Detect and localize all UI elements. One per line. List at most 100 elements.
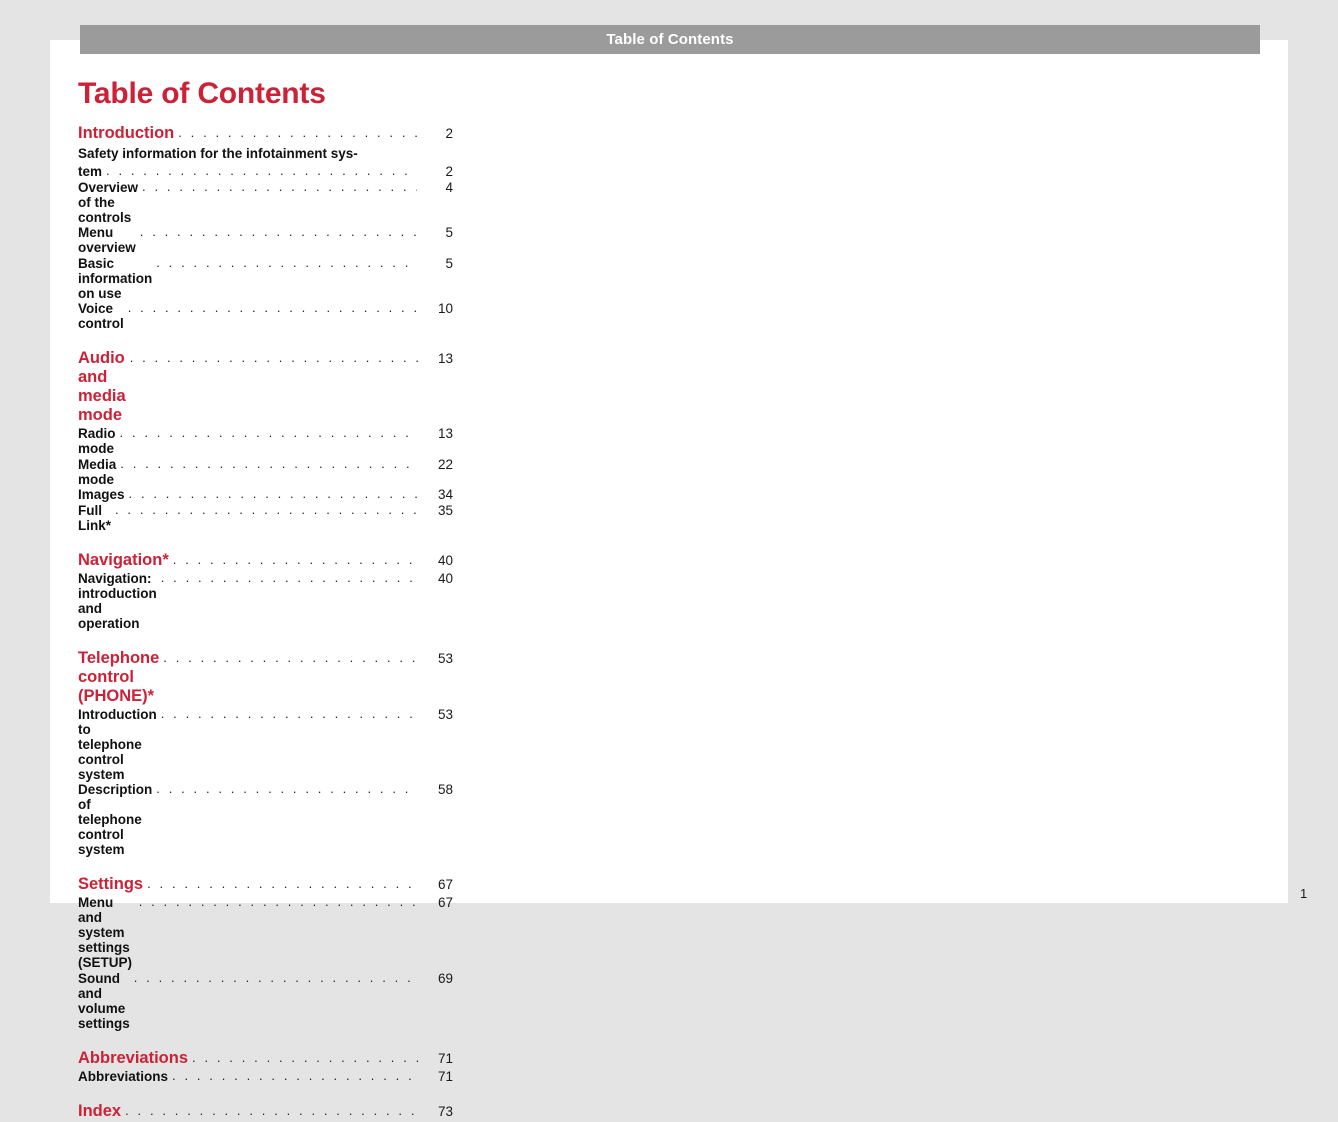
dot-leader: . . . . . . . . . . . . . . . . . . . . … <box>147 877 420 891</box>
toc-entry-row[interactable]: Radio mode. . . . . . . . . . . . . . . … <box>78 426 453 456</box>
toc-entry-row[interactable]: Safety information for the infotainment … <box>78 144 468 180</box>
dot-leader: . . . . . . . . . . . . . . . . . . . . … <box>156 255 417 269</box>
dot-leader: . . . . . . . . . . . . . . . . . . . . … <box>119 426 417 440</box>
toc-entry-row[interactable]: Images. . . . . . . . . . . . . . . . . … <box>78 487 453 502</box>
toc-section-row[interactable]: Abbreviations. . . . . . . . . . . . . .… <box>78 1049 453 1068</box>
toc-entry-row[interactable]: Description of telephone control system.… <box>78 782 453 857</box>
toc-entry-page: 2 <box>445 164 453 180</box>
dot-leader: . . . . . . . . . . . . . . . . . . . . … <box>129 351 420 365</box>
toc-section-row[interactable]: Audio and media mode. . . . . . . . . . … <box>78 349 453 425</box>
toc-section-page: 40 <box>437 552 453 568</box>
toc-entry-label: Basic information on use <box>78 255 157 301</box>
toc-entry-page: 67 <box>437 895 453 911</box>
toc-entry-page: 35 <box>437 502 453 518</box>
toc-entry-label: Menu and system settings (SETUP) <box>78 895 134 971</box>
toc-section-page: 71 <box>437 1050 453 1066</box>
dot-leader: . . . . . . . . . . . . . . . . . . . . … <box>160 570 417 584</box>
toc-entry-label: Description of telephone control system <box>78 782 157 858</box>
toc-section-row[interactable]: Telephone control (PHONE)*. . . . . . . … <box>78 649 453 706</box>
dot-leader: . . . . . . . . . . . . . . . . . . . . … <box>172 552 420 566</box>
toc-entry-label: Navigation: introduction and operation <box>78 570 161 631</box>
dot-leader: . . . . . . . . . . . . . . . . . . . . … <box>172 1068 417 1082</box>
toc-section-row[interactable]: Settings. . . . . . . . . . . . . . . . … <box>78 875 453 894</box>
toc-entry-row[interactable]: Full Link*. . . . . . . . . . . . . . . … <box>78 503 453 533</box>
dot-leader: . . . . . . . . . . . . . . . . . . . . … <box>160 706 417 720</box>
toc-section: Abbreviations. . . . . . . . . . . . . .… <box>78 1049 468 1084</box>
toc-section-page: 13 <box>437 351 453 367</box>
dot-leader: . . . . . . . . . . . . . . . . . . . . … <box>133 970 417 984</box>
toc-section-page: 67 <box>437 877 453 893</box>
dot-leader: . . . . . . . . . . . . . . . . . . . . … <box>142 179 417 193</box>
toc-section-label: Telephone control (PHONE)* <box>78 648 164 705</box>
dot-leader: . . . . . . . . . . . . . . . . . . . . … <box>139 225 417 239</box>
toc-entry-page: 4 <box>445 179 453 195</box>
toc-entry-row[interactable]: Overview of the controls. . . . . . . . … <box>78 180 453 225</box>
toc-entry-row[interactable]: Introduction to telephone control system… <box>78 707 453 782</box>
toc-entry-label: Introduction to telephone control system <box>78 706 161 782</box>
dot-leader: . . . . . . . . . . . . . . . . . . . . … <box>115 502 417 516</box>
toc-section-row[interactable]: Introduction. . . . . . . . . . . . . . … <box>78 124 453 143</box>
running-header-title: Table of Contents <box>606 31 734 48</box>
toc-section-row[interactable]: Index. . . . . . . . . . . . . . . . . .… <box>78 1102 453 1121</box>
toc-section: Telephone control (PHONE)*. . . . . . . … <box>78 649 468 858</box>
toc-entry-row[interactable]: Menu and system settings (SETUP) . . . . … <box>78 895 453 970</box>
toc-section-label: Index <box>78 1101 122 1120</box>
toc-entry-row[interactable]: Navigation: introduction and operation. … <box>78 571 453 631</box>
toc-section: Settings. . . . . . . . . . . . . . . . … <box>78 875 468 1031</box>
dot-leader: . . . . . . . . . . . . . . . . . . . . … <box>128 487 417 501</box>
toc-entry-page: 58 <box>437 782 453 798</box>
table-of-contents: Table of Contents Introduction. . . . . … <box>78 78 468 1122</box>
toc-entry-row[interactable]: Sound and volume settings. . . . . . . .… <box>78 971 453 1031</box>
toc-section: Index. . . . . . . . . . . . . . . . . .… <box>78 1102 468 1121</box>
toc-entry-page: 71 <box>437 1068 453 1084</box>
toc-entry-label: Overview of the controls <box>78 179 142 225</box>
toc-entry-label: Radio mode <box>78 426 120 457</box>
toc-entry-label: Menu overview <box>78 225 136 256</box>
dot-leader: . . . . . . . . . . . . . . . . . . . . … <box>127 301 417 315</box>
dot-leader: . . . . . . . . . . . . . . . . . . . . … <box>192 1050 420 1064</box>
toc-section-page: 73 <box>437 1103 453 1119</box>
toc-entry-row[interactable]: Abbreviations. . . . . . . . . . . . . .… <box>78 1069 453 1084</box>
toc-entry-label: Voice control <box>78 301 124 332</box>
toc-entry-row[interactable]: Media mode. . . . . . . . . . . . . . . … <box>78 457 453 487</box>
dot-leader: . . . . . . . . . . . . . . . . . . . . … <box>163 650 420 664</box>
toc-section-row[interactable]: Navigation*. . . . . . . . . . . . . . .… <box>78 551 453 570</box>
dot-leader: . . . . . . . . . . . . . . . . . . . . … <box>106 164 417 178</box>
running-header-bar: Table of Contents <box>80 25 1260 54</box>
toc-section: Navigation*. . . . . . . . . . . . . . .… <box>78 551 468 631</box>
toc-entry-page: 5 <box>445 225 453 241</box>
toc-entry-row[interactable]: Voice control. . . . . . . . . . . . . .… <box>78 301 453 331</box>
dot-leader: . . . . . . . . . . . . . . . . . . . . … <box>156 782 417 796</box>
dot-leader: . . . . . . . . . . . . . . . . . . . . … <box>120 456 417 470</box>
toc-section-page: 2 <box>445 125 453 141</box>
toc-entry-row-continuation[interactable]: tem. . . . . . . . . . . . . . . . . . .… <box>78 164 453 179</box>
dot-leader: . . . . . . . . . . . . . . . . . . . . … <box>125 1103 420 1117</box>
toc-entry-page: 22 <box>437 456 453 472</box>
toc-section-label: Settings <box>78 875 144 894</box>
toc-entry-page: 69 <box>437 970 453 986</box>
toc-entry-label: Sound and volume settings <box>78 970 130 1031</box>
toc-section-label: Navigation* <box>78 550 169 569</box>
page-number: 1 <box>1300 886 1308 901</box>
toc-entry-label: tem <box>78 164 103 180</box>
toc-section-list: Introduction . . . . . . . . . . . . . . … <box>78 124 468 1121</box>
toc-entry-page: 5 <box>445 255 453 271</box>
toc-section-label: Audio and media mode <box>78 349 131 425</box>
toc-section-label: Introduction <box>78 123 175 142</box>
toc-entry-page: 10 <box>437 301 453 317</box>
toc-entry-row[interactable]: Basic information on use. . . . . . . . … <box>78 256 453 301</box>
toc-entry-row[interactable]: Menu overview. . . . . . . . . . . . . .… <box>78 225 453 255</box>
toc-entry-label: Images <box>78 487 125 503</box>
dot-leader: . . . . . . . . . . . . . . . . . . . . … <box>178 125 420 139</box>
toc-entry-page: 40 <box>437 570 453 586</box>
toc-entry-label: Full Link* <box>78 502 112 533</box>
toc-entry-page: 34 <box>437 487 453 503</box>
dot-leader: . . . . . . . . . . . . . . . . . . . . … <box>138 895 417 909</box>
toc-section: Audio and media mode. . . . . . . . . . … <box>78 349 468 533</box>
toc-entry-page: 13 <box>437 426 453 442</box>
toc-entry-label: Media mode <box>78 456 121 487</box>
toc-section-label: Abbreviations <box>78 1048 189 1067</box>
toc-section: Introduction. . . . . . . . . . . . . . … <box>78 124 468 332</box>
toc-entry-page: 53 <box>437 706 453 722</box>
toc-entry-label: Safety information for the infotainment … <box>78 145 358 161</box>
